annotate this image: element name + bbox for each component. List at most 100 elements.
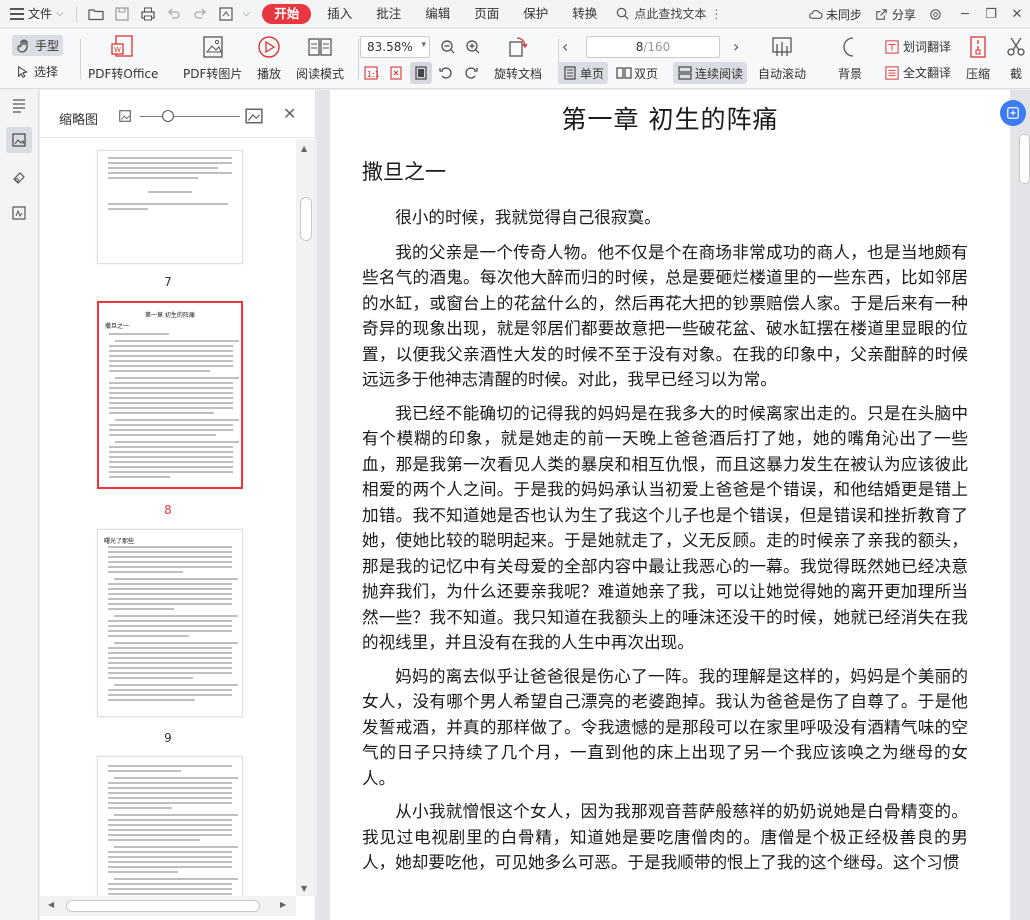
gear-icon xyxy=(930,8,941,20)
tab-start[interactable]: 开始 xyxy=(262,3,312,24)
divider xyxy=(75,5,77,22)
thumbnail-size-slider[interactable] xyxy=(140,116,240,117)
page-number-input[interactable]: 8/160 xyxy=(586,36,720,58)
thumbnail-page[interactable] xyxy=(97,756,243,896)
save-icon[interactable] xyxy=(109,3,135,25)
pdf-to-office-button[interactable]: W PDF转Office xyxy=(88,33,158,82)
thumbnail-text-line xyxy=(109,412,214,414)
thumbnail-icon[interactable] xyxy=(6,127,32,153)
undo-icon[interactable] xyxy=(161,3,187,25)
thumbnail-text-line xyxy=(108,556,232,558)
auto-scroll-button[interactable]: 自动滚动 xyxy=(758,33,806,82)
thumbnail-horizontal-scrollbar[interactable]: ◀ ▶ xyxy=(40,896,296,916)
background-label: 背景 xyxy=(837,67,862,81)
play-button[interactable]: 播放 xyxy=(255,33,283,82)
rotate-right-icon[interactable] xyxy=(460,62,482,84)
thumbnail-text-line xyxy=(108,635,189,637)
select-tool-button[interactable]: 选择 xyxy=(16,63,58,80)
redo-icon[interactable] xyxy=(187,3,213,25)
find-text-search[interactable]: 点此查找文本 ⋮ xyxy=(615,5,722,22)
file-menu[interactable]: 文件 ⌵ xyxy=(0,0,70,28)
thumbnail-text-line xyxy=(114,777,238,779)
thumbnail-page-selected[interactable]: 第一章 初生的阵痛 撒旦之一 xyxy=(97,301,243,489)
read-mode-button[interactable]: 阅读模式 xyxy=(296,33,344,82)
prev-page-button[interactable]: ‹ xyxy=(562,37,568,56)
outline-icon[interactable] xyxy=(6,92,32,118)
zoom-value: 83.58% xyxy=(367,40,413,54)
thumbnail-text-line xyxy=(109,397,233,399)
hand-tool-label: 手型 xyxy=(35,39,60,53)
restore-icon[interactable]: ❐ xyxy=(978,7,1004,22)
word-translate-button[interactable]: 划词翻译 xyxy=(885,38,951,55)
thumbnail-text-line xyxy=(108,694,232,696)
fit-width-icon[interactable] xyxy=(410,62,432,84)
large-image-icon[interactable] xyxy=(245,107,263,125)
share-button[interactable]: 分享 xyxy=(868,6,922,23)
thumbnail-text-line xyxy=(109,451,233,453)
thumbnail-text-line xyxy=(108,861,232,863)
sync-status[interactable]: 未同步 xyxy=(802,6,868,23)
close-icon[interactable]: ✕ xyxy=(283,104,296,123)
thumbnail-text-line xyxy=(108,625,232,627)
thumbnail-text-line xyxy=(115,377,239,379)
document-scrollbar-thumb[interactable] xyxy=(1019,134,1030,184)
ocr-icon[interactable] xyxy=(1000,100,1026,126)
thumbnail-text-line xyxy=(108,856,232,858)
hand-tool-button[interactable]: 手型 xyxy=(12,35,64,56)
single-page-button[interactable]: 单页 xyxy=(558,62,609,84)
full-translate-button[interactable]: 全文翻译 xyxy=(885,64,951,81)
pdf-to-image-button[interactable]: PDF转图片 xyxy=(183,33,242,82)
thumbnail-page[interactable] xyxy=(97,150,243,264)
sync-label: 未同步 xyxy=(825,7,862,22)
export-icon[interactable] xyxy=(213,3,239,25)
tab-protect[interactable]: 保护 xyxy=(511,4,560,24)
more-icon[interactable]: ⋮ xyxy=(710,7,722,21)
scrollbar-thumb[interactable] xyxy=(66,900,260,912)
tab-annotate[interactable]: 批注 xyxy=(364,4,413,24)
scroll-left-icon[interactable]: ◀ xyxy=(48,900,54,909)
small-image-icon[interactable] xyxy=(118,109,132,123)
minimize-icon[interactable]: ─ xyxy=(952,7,978,22)
scroll-down-icon[interactable]: ▼ xyxy=(301,884,307,893)
open-folder-icon[interactable] xyxy=(83,3,109,25)
thumbnail-text-line xyxy=(109,350,233,352)
tab-convert[interactable]: 转换 xyxy=(560,4,609,24)
print-icon[interactable] xyxy=(135,3,161,25)
rotate-document-button[interactable]: 旋转文档 xyxy=(494,33,542,82)
crop-button[interactable]: 截 xyxy=(1002,33,1030,82)
close-icon[interactable]: ✕ xyxy=(1004,7,1030,22)
tab-edit[interactable]: 编辑 xyxy=(413,4,462,24)
divider xyxy=(80,39,81,79)
bookmark-icon[interactable] xyxy=(6,165,32,191)
document-view[interactable]: 第一章 初生的阵痛 撒旦之一 很小的时候，我就觉得自己很寂寞。 我的父亲是一个传… xyxy=(317,90,1030,920)
scroll-up-icon[interactable]: ▲ xyxy=(301,144,307,153)
scroll-right-icon[interactable]: ▶ xyxy=(280,900,286,909)
thumbnail-text-line xyxy=(109,360,233,362)
thumbnail-page[interactable]: 曙光了那些 xyxy=(97,529,243,717)
thumbnail-text-line xyxy=(108,603,232,605)
slider-handle[interactable] xyxy=(162,110,174,122)
chevron-down-icon[interactable]: ⌵ xyxy=(243,8,251,19)
fit-page-icon[interactable] xyxy=(385,62,407,84)
annotation-icon[interactable] xyxy=(6,200,32,226)
background-button[interactable]: 背景 xyxy=(836,33,864,82)
next-page-button[interactable]: › xyxy=(733,37,739,56)
cursor-icon xyxy=(18,65,28,78)
zoom-in-icon[interactable] xyxy=(462,36,484,58)
thumbnail-text-line xyxy=(108,551,232,553)
actual-size-icon[interactable]: 1:1 xyxy=(360,62,382,84)
settings-button[interactable] xyxy=(922,7,952,22)
thumbnail-chapter-title: 第一章 初生的阵痛 xyxy=(145,312,195,319)
compress-button[interactable]: 压缩 xyxy=(964,33,992,82)
double-page-button[interactable]: 双页 xyxy=(612,62,662,84)
thumbnail-vertical-scrollbar[interactable]: ▲ ▼ xyxy=(296,139,316,896)
scrollbar-thumb[interactable] xyxy=(300,197,312,241)
continuous-read-button[interactable]: 连续阅读 xyxy=(673,62,748,84)
zoom-select[interactable]: 83.58% ▾ xyxy=(360,36,430,58)
auto-scroll-label: 自动滚动 xyxy=(758,67,807,81)
rotate-left-icon[interactable] xyxy=(435,62,457,84)
tab-page[interactable]: 页面 xyxy=(462,4,511,24)
zoom-out-icon[interactable] xyxy=(437,36,459,58)
tab-insert[interactable]: 插入 xyxy=(315,4,364,24)
thumbnail-text-line xyxy=(108,583,232,585)
